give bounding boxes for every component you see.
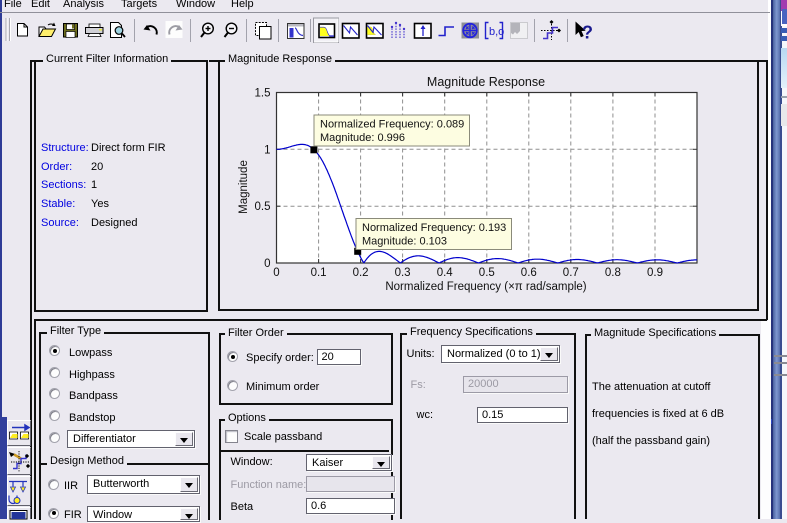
svg-text:Magnitude: Magnitude bbox=[238, 160, 250, 214]
svg-text:0.2: 0.2 bbox=[353, 267, 369, 279]
svg-text:0.3: 0.3 bbox=[395, 267, 411, 279]
svg-text:0: 0 bbox=[273, 267, 279, 279]
svg-text:0.5: 0.5 bbox=[255, 201, 271, 213]
svg-text:0.5: 0.5 bbox=[479, 267, 495, 279]
svg-text:Normalized Frequency: 0.193: Normalized Frequency: 0.193 bbox=[362, 222, 506, 234]
svg-text:0: 0 bbox=[264, 258, 270, 270]
svg-text:Magnitude Response: Magnitude Response bbox=[427, 75, 545, 89]
svg-text:1.5: 1.5 bbox=[255, 88, 271, 100]
svg-text:0.1: 0.1 bbox=[311, 267, 327, 279]
svg-text:Magnitude: 0.996: Magnitude: 0.996 bbox=[320, 132, 405, 144]
svg-text:1: 1 bbox=[264, 144, 270, 156]
svg-text:0.4: 0.4 bbox=[437, 267, 454, 279]
svg-text:Normalized Frequency (×π rad/: Normalized Frequency (×π rad/sample) bbox=[385, 281, 586, 293]
svg-text:0.8: 0.8 bbox=[605, 267, 621, 279]
svg-text:0.7: 0.7 bbox=[563, 267, 579, 279]
svg-text:0.9: 0.9 bbox=[647, 267, 663, 279]
svg-text:0.6: 0.6 bbox=[521, 267, 537, 279]
svg-text:Normalized Frequency: 0.089: Normalized Frequency: 0.089 bbox=[320, 119, 464, 131]
svg-text:Magnitude: 0.103: Magnitude: 0.103 bbox=[362, 236, 447, 248]
